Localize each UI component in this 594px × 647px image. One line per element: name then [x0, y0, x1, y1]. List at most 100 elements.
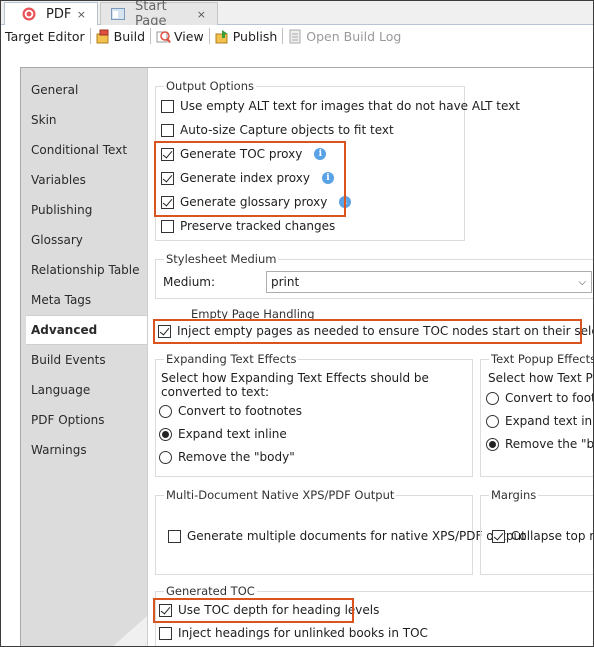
inject-headings-checkbox[interactable]: Inject headings for unlinked books in TO… [159, 626, 428, 640]
tab-pdf[interactable]: PDF × [4, 2, 98, 25]
toolbar-separator [150, 28, 152, 44]
popup-remove-the-body-radio[interactable]: Remove the "body [486, 437, 593, 451]
sidebar-item-label: Language [31, 383, 91, 397]
open-build-log-label: Open Build Log [306, 28, 402, 44]
convert-to-footnotes-radio[interactable]: Convert to footnotes [159, 404, 302, 418]
sidebar-item-skin[interactable]: Skin [31, 105, 141, 135]
highlight-box [153, 319, 582, 344]
checkbox[interactable] [159, 626, 172, 640]
option-label: Inject headings for unlinked books in TO… [178, 626, 428, 640]
expanding-text-effects-title: Expanding Text Effects [164, 352, 299, 366]
highlight-box [153, 598, 354, 623]
toolbar-separator [208, 28, 210, 44]
view-button[interactable]: View [156, 25, 204, 47]
radio[interactable] [486, 437, 499, 451]
start-page-icon [111, 8, 125, 20]
sidebar-item-label: Relationship Table [31, 263, 140, 277]
sidebar-item-advanced[interactable]: Advanced [26, 315, 147, 345]
checkbox[interactable] [161, 99, 174, 113]
build-button[interactable]: Build [96, 25, 145, 47]
generate-multiple-documents-checkbox[interactable]: Generate multiple documents for native X… [168, 529, 526, 543]
sidebar-item-meta-tags[interactable]: Meta Tags [31, 285, 141, 315]
sidebar-item-label: Glossary [31, 233, 83, 247]
toolbar-separator [282, 28, 284, 44]
sidebar-item-label: General [31, 83, 79, 97]
popup-convert-to-footnotes-radio[interactable]: Convert to footnot [486, 391, 593, 405]
radio[interactable] [159, 450, 172, 464]
sidebar-item-label: Build Events [31, 353, 106, 367]
medium-label-text: Medium: [163, 275, 216, 289]
sidebar-item-label: Meta Tags [31, 293, 92, 307]
popup-expand-text-inline-radio[interactable]: Expand text inline [486, 414, 593, 428]
expand-text-inline-radio[interactable]: Expand text inline [159, 427, 287, 441]
close-icon[interactable]: × [197, 8, 206, 21]
option-label: Convert to footnotes [178, 404, 303, 418]
sidebar-item-pdf-options[interactable]: PDF Options [31, 405, 141, 435]
radio[interactable] [486, 414, 499, 428]
option-label: Remove the "body" [178, 450, 295, 464]
generated-toc-title: Generated TOC [164, 584, 257, 598]
option-label: Generate multiple documents for native X… [187, 529, 526, 543]
sidebar-item-variables[interactable]: Variables [31, 165, 141, 195]
publish-button[interactable]: Publish [215, 25, 278, 47]
text-popup-effects-description: Select how Text Popup [488, 371, 593, 385]
remove-the-body-radio[interactable]: Remove the "body" [159, 450, 295, 464]
publish-label: Publish [232, 28, 278, 44]
close-icon[interactable]: × [77, 8, 86, 21]
sidebar-item-label: Publishing [31, 203, 93, 217]
checkbox[interactable] [492, 529, 505, 543]
checkbox[interactable] [161, 219, 174, 233]
radio[interactable] [159, 404, 172, 418]
medium-label: Medium: [163, 275, 215, 289]
target-editor-text: Target Editor [5, 28, 85, 44]
checkbox[interactable] [161, 123, 174, 137]
option-label: Auto-size Capture objects to fit text [180, 123, 394, 137]
medium-select[interactable]: print ⌵ [266, 271, 592, 293]
tab-start-page[interactable]: Start Page × [100, 1, 218, 29]
sidebar-item-label: Skin [31, 113, 57, 127]
sidebar-item-label: Advanced [31, 323, 98, 337]
sidebar-item-label: Warnings [31, 443, 87, 457]
target-editor-label: Target Editor [5, 25, 85, 47]
tab-pdf-label: PDF [46, 6, 72, 22]
radio[interactable] [486, 391, 499, 405]
collapse-top-margins-checkbox[interactable]: Collapse top marg [492, 529, 593, 543]
sidebar-item-build-events[interactable]: Build Events [31, 345, 141, 375]
option-label: Convert to footnot [505, 391, 593, 405]
sidebar-item-glossary[interactable]: Glossary [31, 225, 141, 255]
publish-icon [215, 29, 228, 43]
option-label: Expand text inline [178, 427, 287, 441]
sidebar-item-label: Conditional Text [31, 143, 128, 157]
option-label: Expand text inline [505, 414, 593, 428]
sidebar-item-warnings[interactable]: Warnings [31, 435, 141, 465]
target-icon [22, 7, 36, 21]
radio[interactable] [159, 427, 172, 441]
toolbar: Target Editor Build View Publish Open Bu… [1, 25, 593, 47]
target-editor-window: PDF × Start Page × Target Editor Build V… [0, 0, 594, 647]
description-text: Select how Expanding Text Effects should… [161, 371, 429, 399]
text-popup-effects-title: Text Popup Effects [489, 352, 593, 366]
toolbar-separator [89, 28, 91, 44]
stylesheet-medium-title: Stylesheet Medium [164, 252, 279, 266]
use-empty-alt-text-checkbox[interactable]: Use empty ALT text for images that do no… [161, 99, 520, 113]
output-options-title: Output Options [164, 79, 256, 93]
expanding-text-effects-description: Select how Expanding Text Effects should… [161, 371, 461, 399]
preserve-tracked-changes-checkbox[interactable]: Preserve tracked changes [161, 219, 335, 233]
build-log-icon [289, 29, 301, 43]
sidebar-item-conditional-text[interactable]: Conditional Text [31, 135, 141, 165]
sidebar-item-language[interactable]: Language [31, 375, 141, 405]
option-label: Preserve tracked changes [180, 219, 336, 233]
sidebar-item-label: PDF Options [31, 413, 105, 427]
multi-document-title: Multi-Document Native XPS/PDF Output [164, 488, 397, 502]
sidebar-item-relationship-table[interactable]: Relationship Table [31, 255, 141, 285]
checkbox[interactable] [168, 529, 181, 543]
margins-title: Margins [489, 488, 539, 502]
sidebar-item-publishing[interactable]: Publishing [31, 195, 141, 225]
build-label: Build [113, 28, 146, 44]
auto-size-capture-checkbox[interactable]: Auto-size Capture objects to fit text [161, 123, 394, 137]
sidebar-item-general[interactable]: General [31, 75, 141, 105]
open-build-log-button[interactable]: Open Build Log [288, 25, 401, 47]
chevron-down-icon[interactable]: ⌵ [578, 277, 586, 288]
option-label: Collapse top marg [511, 529, 593, 543]
description-text: Select how Text Popup [488, 371, 593, 385]
